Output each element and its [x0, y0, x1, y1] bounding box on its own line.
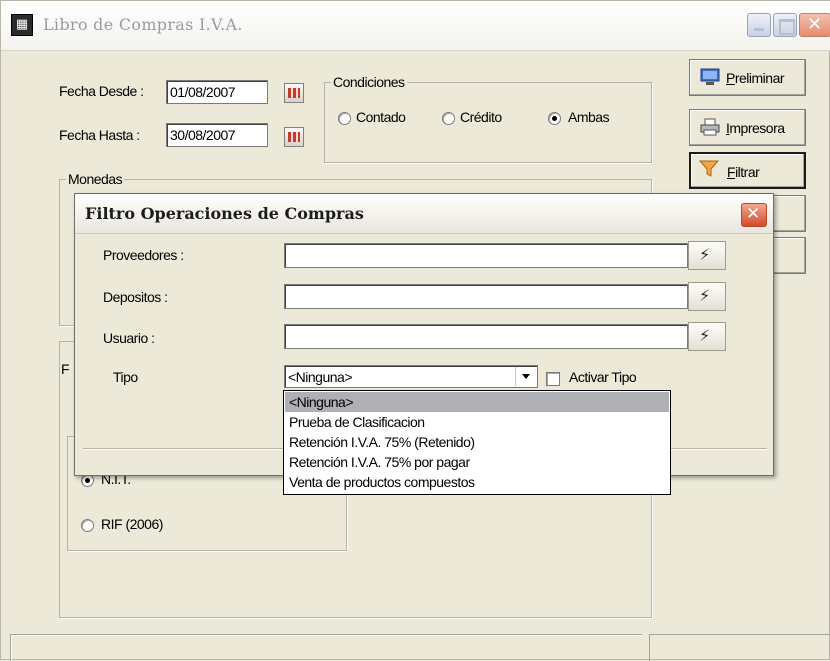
- monitor-icon: [700, 68, 720, 85]
- formato-partial-label: F: [61, 361, 70, 377]
- title-bar[interactable]: ▦ Libro de Compras I.V.A.: [1, 1, 830, 51]
- status-bar-panel-1: [10, 634, 642, 661]
- radio-credito[interactable]: [442, 112, 455, 125]
- condiciones-legend: Condiciones: [333, 74, 405, 90]
- proveedores-field[interactable]: [284, 243, 688, 268]
- fecha-desde-field[interactable]: 01/08/2007: [166, 80, 268, 104]
- preliminar-label: Preliminar: [726, 70, 785, 86]
- filtrar-label: Filtrar: [727, 164, 760, 180]
- radio-contado[interactable]: [338, 112, 351, 125]
- dialog-title-bar[interactable]: Filtro Operaciones de Compras: [75, 194, 773, 234]
- minimize-button[interactable]: [747, 13, 771, 37]
- depositos-field[interactable]: [284, 284, 688, 309]
- depositos-lookup-icon[interactable]: [688, 282, 726, 311]
- usuario-lookup-icon[interactable]: [688, 322, 726, 351]
- maximize-button[interactable]: [773, 13, 797, 37]
- list-item[interactable]: Prueba de Clasificacion: [285, 412, 669, 432]
- radio-contado-label[interactable]: Contado: [356, 109, 406, 125]
- proveedores-label: Proveedores :: [103, 247, 184, 263]
- list-item[interactable]: <Ninguna>: [285, 392, 669, 412]
- impresora-button[interactable]: Impresora: [689, 109, 806, 146]
- radio-credito-label[interactable]: Crédito: [460, 109, 502, 125]
- radio-ambas-label[interactable]: Ambas: [568, 109, 610, 125]
- list-item[interactable]: Retención I.V.A. 75% (Retenido): [285, 432, 669, 452]
- calendar-icon[interactable]: [284, 127, 304, 147]
- usuario-field[interactable]: [284, 324, 688, 349]
- depositos-label: Depositos :: [103, 289, 168, 305]
- status-bar-panel-2: [649, 634, 830, 661]
- filtrar-button[interactable]: Filtrar: [689, 152, 806, 189]
- monedas-legend: Monedas: [68, 171, 123, 187]
- radio-rif-label[interactable]: RIF (2006): [101, 516, 163, 532]
- preliminar-button[interactable]: Preliminar: [689, 59, 806, 96]
- activar-tipo-label[interactable]: Activar Tipo: [569, 369, 637, 385]
- chevron-down-icon[interactable]: [515, 367, 535, 386]
- tipo-label: Tipo: [113, 369, 138, 385]
- app-icon[interactable]: ▦: [11, 14, 33, 36]
- list-item[interactable]: Retención I.V.A. 75% por pagar: [285, 452, 669, 472]
- radio-ambas[interactable]: [548, 112, 561, 125]
- printer-icon: [700, 118, 720, 136]
- tipo-select[interactable]: <Ninguna>: [284, 365, 538, 388]
- impresora-label: Impresora: [726, 120, 785, 136]
- fecha-desde-label: Fecha Desde :: [59, 83, 144, 99]
- list-item[interactable]: Venta de productos compuestos: [285, 472, 669, 492]
- funnel-icon: [699, 160, 719, 177]
- dialog-close-button[interactable]: [741, 203, 767, 227]
- fecha-hasta-label: Fecha Hasta :: [59, 127, 140, 143]
- calendar-icon[interactable]: [284, 83, 304, 103]
- close-button[interactable]: [799, 13, 830, 37]
- dialog-title: Filtro Operaciones de Compras: [85, 204, 364, 223]
- tipo-dropdown-list: <Ninguna> Prueba de Clasificacion Retenc…: [283, 390, 671, 495]
- radio-rif[interactable]: [81, 519, 94, 532]
- usuario-label: Usuario :: [103, 330, 155, 346]
- proveedores-lookup-icon[interactable]: [688, 241, 726, 270]
- activar-tipo-checkbox[interactable]: [546, 372, 560, 386]
- fecha-hasta-field[interactable]: 30/08/2007: [166, 123, 268, 147]
- window-title: Libro de Compras I.V.A.: [43, 15, 243, 34]
